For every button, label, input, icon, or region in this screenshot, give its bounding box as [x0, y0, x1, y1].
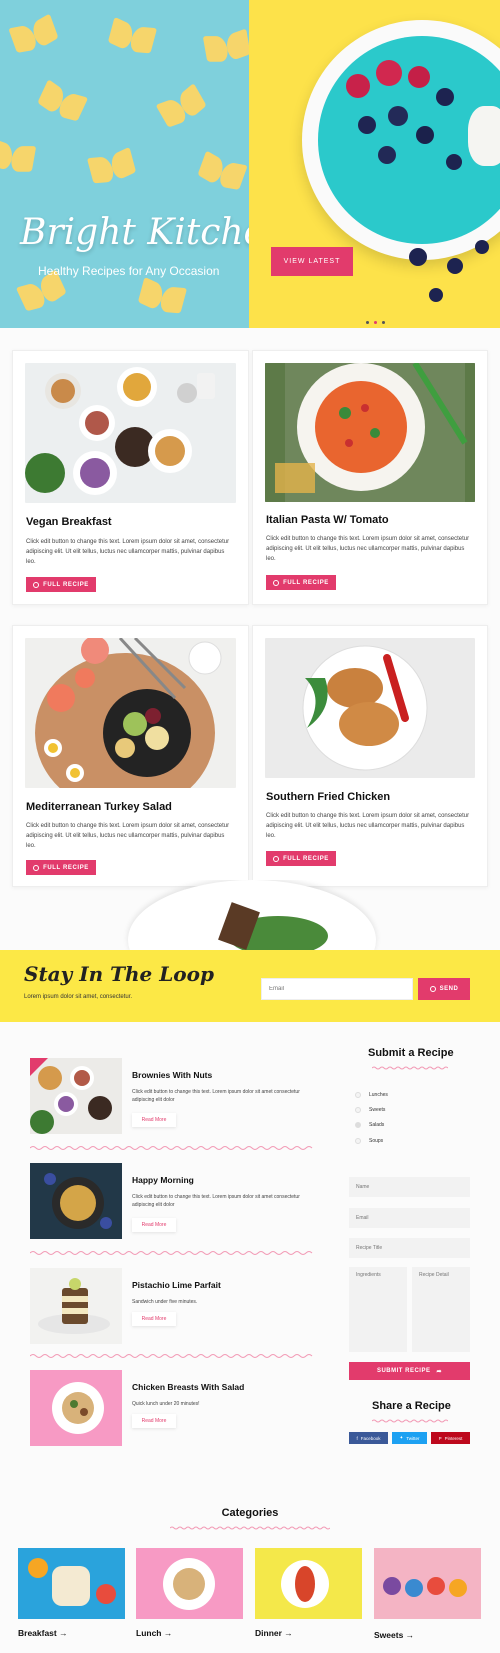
- recipe-detail-field[interactable]: [412, 1267, 470, 1352]
- fried-chicken-image: [265, 638, 475, 778]
- vegan-breakfast-image: [25, 363, 236, 503]
- recipe-title[interactable]: Chicken Breasts With Salad: [132, 1382, 244, 1392]
- wave-divider: [30, 1251, 313, 1255]
- category-breakfast-image[interactable]: [18, 1548, 125, 1619]
- comment-icon: [273, 579, 280, 586]
- recipe-thumb-image[interactable]: [30, 1370, 122, 1446]
- list-item: Happy Morning Click edit button to chang…: [30, 1163, 315, 1239]
- newsletter-email-input[interactable]: [261, 978, 413, 1000]
- recipe-desc: Click edit button to change this text. L…: [132, 1089, 300, 1103]
- card-title: Southern Fried Chicken: [266, 791, 391, 803]
- envelope-icon: [429, 986, 436, 992]
- recipe-title[interactable]: Pistachio Lime Parfait: [132, 1280, 221, 1290]
- category-option[interactable]: Lunches: [355, 1092, 388, 1098]
- full-recipe-button[interactable]: FULL RECIPE: [266, 851, 336, 866]
- category-option[interactable]: Sweets: [355, 1107, 385, 1113]
- read-more-button[interactable]: Read More: [132, 1113, 176, 1127]
- submit-recipe-title: Submit a Recipe: [368, 1047, 454, 1059]
- card-text: Click edit button to change this text. L…: [26, 539, 230, 565]
- radio-icon[interactable]: [355, 1122, 361, 1128]
- card-title: Vegan Breakfast: [26, 516, 112, 528]
- hero-smoothie-bowl-image: VIEW LATEST: [249, 0, 500, 328]
- comment-icon: [273, 855, 280, 862]
- view-latest-button[interactable]: VIEW LATEST: [271, 247, 353, 276]
- twitter-icon: ✦: [399, 1435, 404, 1440]
- recipe-card: Southern Fried Chicken Click edit button…: [252, 625, 488, 887]
- send-button[interactable]: SEND: [418, 978, 470, 1000]
- decorative-plate-image: [0, 880, 500, 950]
- category-lunch-image[interactable]: [136, 1548, 243, 1619]
- read-more-button[interactable]: Read More: [132, 1312, 176, 1326]
- facebook-share-button[interactable]: f Facebook: [349, 1432, 388, 1444]
- category-option[interactable]: Soups: [355, 1138, 383, 1144]
- radio-icon[interactable]: [355, 1138, 361, 1144]
- recipe-desc: Sandwich under five minutes.: [132, 1299, 198, 1305]
- share-recipe-title: Share a Recipe: [372, 1400, 451, 1412]
- recipe-desc: Click edit button to change this text. L…: [132, 1194, 300, 1208]
- recipe-card: Mediterranean Turkey Salad Click edit bu…: [12, 625, 249, 887]
- recipe-card: Vegan Breakfast Click edit button to cha…: [12, 350, 249, 605]
- card-text: Click edit button to change this text. L…: [266, 813, 470, 839]
- pinterest-share-button[interactable]: P Pinterest: [431, 1432, 470, 1444]
- wave-divider: [30, 1354, 313, 1358]
- slider-dot[interactable]: [366, 321, 369, 324]
- pinterest-icon: P: [438, 1435, 442, 1441]
- recipe-title[interactable]: Brownies With Nuts: [132, 1070, 212, 1080]
- read-more-button[interactable]: Read More: [132, 1218, 176, 1232]
- radio-icon[interactable]: [355, 1107, 361, 1113]
- category-sweets-image[interactable]: [374, 1548, 481, 1619]
- full-recipe-button[interactable]: FULL RECIPE: [26, 860, 96, 875]
- list-item: Brownies With Nuts Click edit button to …: [30, 1058, 315, 1134]
- twitter-share-button[interactable]: ✦ Twitter: [392, 1432, 427, 1444]
- share-arrow-icon: ➦: [436, 1368, 443, 1375]
- wave-divider: [170, 1526, 330, 1530]
- slider-dot[interactable]: [374, 321, 377, 324]
- facebook-icon: f: [356, 1435, 358, 1441]
- category-dinner-link[interactable]: Dinner →: [255, 1628, 293, 1638]
- card-title: Mediterranean Turkey Salad: [26, 801, 172, 813]
- card-text: Click edit button to change this text. L…: [266, 536, 470, 562]
- recipe-title[interactable]: Happy Morning: [132, 1175, 194, 1185]
- hero-pasta-image: Bright Kitchen Healthy Recipes for Any O…: [0, 0, 249, 328]
- recipe-thumb-image[interactable]: [30, 1058, 122, 1134]
- recipe-desc: Quick lunch under 20 minutes!: [132, 1401, 200, 1407]
- recipe-title-field[interactable]: [349, 1238, 470, 1258]
- brand-title: Bright Kitchen: [20, 212, 249, 253]
- wave-divider: [30, 1146, 313, 1150]
- categories-title: Categories: [221, 1507, 279, 1519]
- full-recipe-button[interactable]: FULL RECIPE: [26, 577, 96, 592]
- category-lunch-link[interactable]: Lunch →: [136, 1628, 172, 1638]
- slider-dot[interactable]: [382, 321, 385, 324]
- submit-recipe-button[interactable]: SUBMIT RECIPE ➦: [349, 1362, 470, 1380]
- comment-icon: [33, 581, 40, 588]
- hero-slider: Bright Kitchen Healthy Recipes for Any O…: [0, 0, 500, 328]
- wave-divider: [372, 1419, 448, 1423]
- turkey-salad-image: [25, 638, 236, 788]
- wave-divider: [372, 1066, 448, 1070]
- list-item: Pistachio Lime Parfait Sandwich under fi…: [30, 1268, 315, 1344]
- newsletter-bar: Stay In The Loop Lorem ipsum dolor sit a…: [0, 950, 500, 1022]
- read-more-button[interactable]: Read More: [132, 1414, 176, 1428]
- card-text: Click edit button to change this text. L…: [26, 823, 230, 849]
- recipe-card: Italian Pasta W/ Tomato Click edit butto…: [252, 350, 488, 605]
- brand-tagline: Healthy Recipes for Any Occasion: [38, 264, 220, 278]
- category-dinner-image[interactable]: [255, 1548, 362, 1619]
- italian-pasta-image: [265, 363, 475, 502]
- recipe-thumb-image[interactable]: [30, 1163, 122, 1239]
- card-title: Italian Pasta W/ Tomato: [266, 514, 389, 526]
- ingredients-field[interactable]: [349, 1267, 407, 1352]
- recipe-thumb-image[interactable]: [30, 1268, 122, 1344]
- category-breakfast-link[interactable]: Breakfast →: [18, 1628, 68, 1638]
- name-field[interactable]: [349, 1177, 470, 1197]
- comment-icon: [33, 864, 40, 871]
- email-field[interactable]: [349, 1208, 470, 1228]
- category-option[interactable]: Salads: [355, 1122, 384, 1128]
- category-sweets-link[interactable]: Sweets →: [374, 1630, 414, 1640]
- full-recipe-button[interactable]: FULL RECIPE: [266, 575, 336, 590]
- newsletter-subtitle: Lorem ipsum dolor sit amet, consectetur.: [24, 994, 133, 1000]
- newsletter-title: Stay In The Loop: [24, 962, 214, 986]
- radio-icon[interactable]: [355, 1092, 361, 1098]
- slider-dots[interactable]: [366, 321, 385, 324]
- list-item: Chicken Breasts With Salad Quick lunch u…: [30, 1370, 315, 1446]
